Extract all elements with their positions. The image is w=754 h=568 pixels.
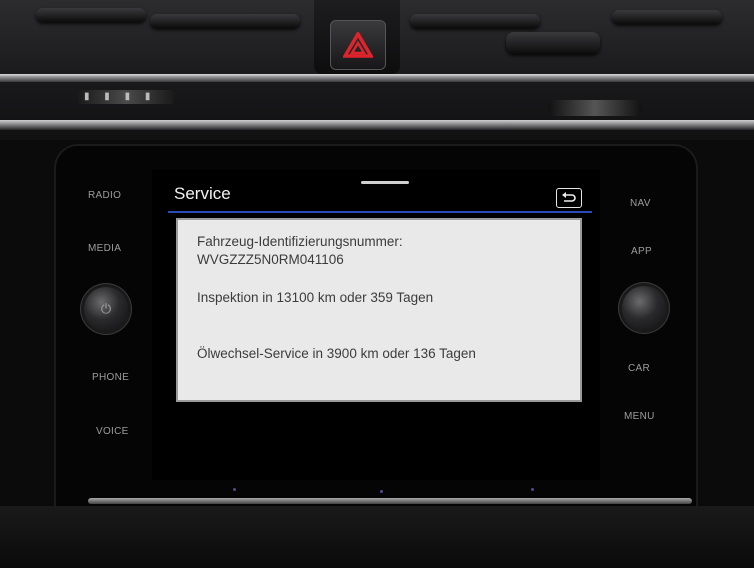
- menu-button[interactable]: MENU: [624, 411, 655, 422]
- inspection-text: Inspektion in 13100 km oder 359 Tagen: [197, 290, 434, 305]
- volume-knob[interactable]: ⏻: [84, 287, 128, 331]
- air-vent-left: [36, 8, 146, 22]
- oil-service-text: Ölwechsel-Service in 3900 km oder 136 Ta…: [197, 346, 476, 361]
- page-indicator-dot: [380, 490, 383, 493]
- air-vent-left-2: [150, 14, 300, 28]
- title-underline: [168, 211, 592, 213]
- chrome-trim-upper: [0, 74, 754, 82]
- vin-value: WVGZZZ5N0RM041106: [197, 252, 344, 267]
- page-indicator-dot: [233, 488, 236, 491]
- page-indicator-dot: [531, 488, 534, 491]
- air-vent-right-3: [612, 10, 722, 24]
- back-button[interactable]: [556, 188, 582, 208]
- vent-control-right[interactable]: [548, 100, 642, 116]
- air-vent-right-2: [506, 32, 600, 54]
- vent-control-left[interactable]: ▮ ▮ ▮ ▮: [78, 90, 174, 104]
- page-title: Service: [174, 184, 231, 203]
- dashboard-bottom: [0, 506, 754, 568]
- app-button[interactable]: APP: [631, 246, 652, 257]
- car-button[interactable]: CAR: [628, 363, 650, 374]
- voice-button[interactable]: VOICE: [96, 426, 129, 437]
- hazard-warning-icon: [343, 32, 373, 58]
- vin-label: Fahrzeug-Identifizierungsnummer:: [197, 234, 403, 249]
- pull-down-handle[interactable]: [361, 181, 409, 184]
- nav-button[interactable]: NAV: [630, 198, 651, 209]
- chrome-trim-lower: [0, 120, 754, 130]
- phone-button[interactable]: PHONE: [92, 372, 129, 383]
- media-button[interactable]: MEDIA: [88, 243, 121, 254]
- radio-button[interactable]: RADIO: [88, 190, 121, 201]
- tune-knob[interactable]: [622, 286, 666, 330]
- chrome-trim-bottom: [88, 498, 692, 504]
- power-icon: ⏻: [100, 301, 112, 316]
- back-arrow-icon: [562, 192, 576, 202]
- air-vent-right: [410, 14, 540, 28]
- hazard-button[interactable]: [330, 20, 386, 70]
